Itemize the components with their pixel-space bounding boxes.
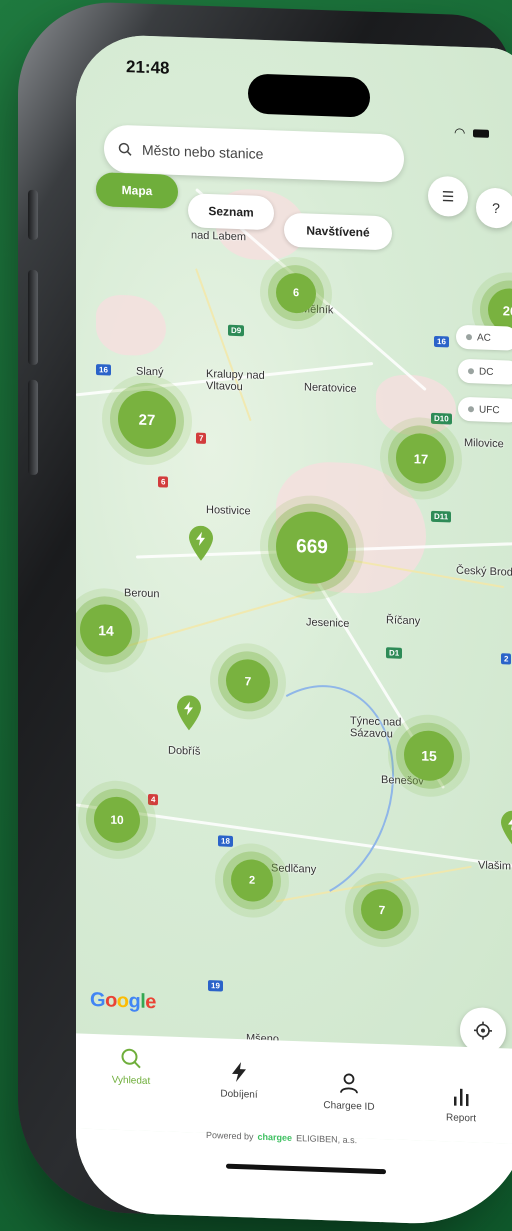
charging-station-pin[interactable] [188,525,214,562]
station-cluster[interactable]: 27 [118,389,176,450]
urban-area [96,294,166,357]
road-shield: 2 [501,653,512,665]
station-cluster[interactable]: 17 [396,432,446,485]
place-label: Vlašim [478,859,512,873]
place-label: Sedlčany [271,862,317,876]
search-icon [118,142,132,156]
status-dot [468,406,474,413]
road [195,268,252,422]
phone-screen: D9 16 7 6 D10 D11 D1 4 18 19 16 2 Slaný … [76,33,512,1228]
wifi-icon: ◠ [454,124,466,140]
filter-chip-ac[interactable]: AC [456,324,512,351]
station-cluster[interactable]: 6 [276,272,316,314]
road-shield: D9 [228,324,245,337]
station-cluster[interactable]: 15 [404,729,454,782]
road-shield: 16 [434,335,449,348]
user-icon [340,1073,358,1094]
phone-frame: D9 16 7 6 D10 D11 D1 4 18 19 16 2 Slaný … [18,0,512,1228]
battery-icon [472,129,489,138]
station-cluster[interactable]: 7 [226,658,270,705]
road-shield: D11 [431,510,452,523]
station-cluster[interactable]: 10 [94,796,140,844]
filter-icon: ☰ [441,187,455,205]
place-label: Jesenice [306,616,350,630]
status-time: 21:48 [126,57,170,78]
lightning-icon [232,1062,246,1082]
road-shield: 7 [196,432,207,444]
help-icon: ? [492,199,500,217]
road-shield: 6 [158,476,169,488]
volume-down-button [28,379,38,476]
nav-search[interactable]: Vyhledat [86,1046,176,1088]
bottom-navigation: Vyhledat Dobíjení Chargee ID Report [76,1033,512,1145]
volume-up-button [28,269,38,366]
station-cluster[interactable]: 14 [80,603,132,658]
status-dot [468,368,474,375]
charging-station-pin[interactable] [176,695,202,732]
bar-chart-icon [454,1088,469,1107]
place-label: Milovice [464,436,504,451]
place-label: Dobříš [168,744,201,758]
place-label: Týnec nad Sázavou [350,714,402,741]
place-label: Slaný [136,365,164,379]
tab-list[interactable]: Seznam [188,193,274,231]
search-icon [121,1048,141,1069]
nav-charging[interactable]: Dobíjení [194,1060,284,1102]
crosshair-icon [474,1021,492,1040]
nav-report[interactable]: Report [416,1085,506,1125]
road-shield: 19 [208,980,223,992]
road-shield: D10 [431,412,452,425]
mute-switch [28,189,38,241]
road-shield: 16 [96,364,111,376]
road-shield: 18 [218,835,233,847]
place-label: Kralupy nad Vltavou [206,367,265,394]
tab-visited[interactable]: Navštívené [284,212,392,251]
road-shield: D1 [386,647,403,659]
charging-station-pin[interactable] [500,810,512,847]
google-logo: Google [90,988,156,1014]
status-dot [466,334,472,341]
road-shield: 4 [148,793,159,806]
place-label: Český Brod [456,564,512,579]
place-label: Neratovice [304,381,357,396]
station-cluster[interactable]: 2 [231,858,273,903]
station-cluster[interactable]: 7 [361,888,403,932]
status-icons: ◠ [454,125,489,142]
place-label: nad Labem [191,229,247,244]
place-label: Říčany [386,614,421,628]
footer-area [76,1128,512,1228]
search-input[interactable] [140,140,364,167]
filter-chip-ufc[interactable]: UFC [458,396,512,423]
dynamic-island [248,73,370,118]
place-label: Hostivice [206,503,251,518]
tab-map[interactable]: Mapa [96,172,178,209]
filter-chip-dc[interactable]: DC [458,358,512,385]
place-label: Beroun [124,587,160,601]
nav-chargee-id[interactable]: Chargee ID [304,1071,394,1113]
filter-button[interactable]: ☰ [428,175,468,218]
